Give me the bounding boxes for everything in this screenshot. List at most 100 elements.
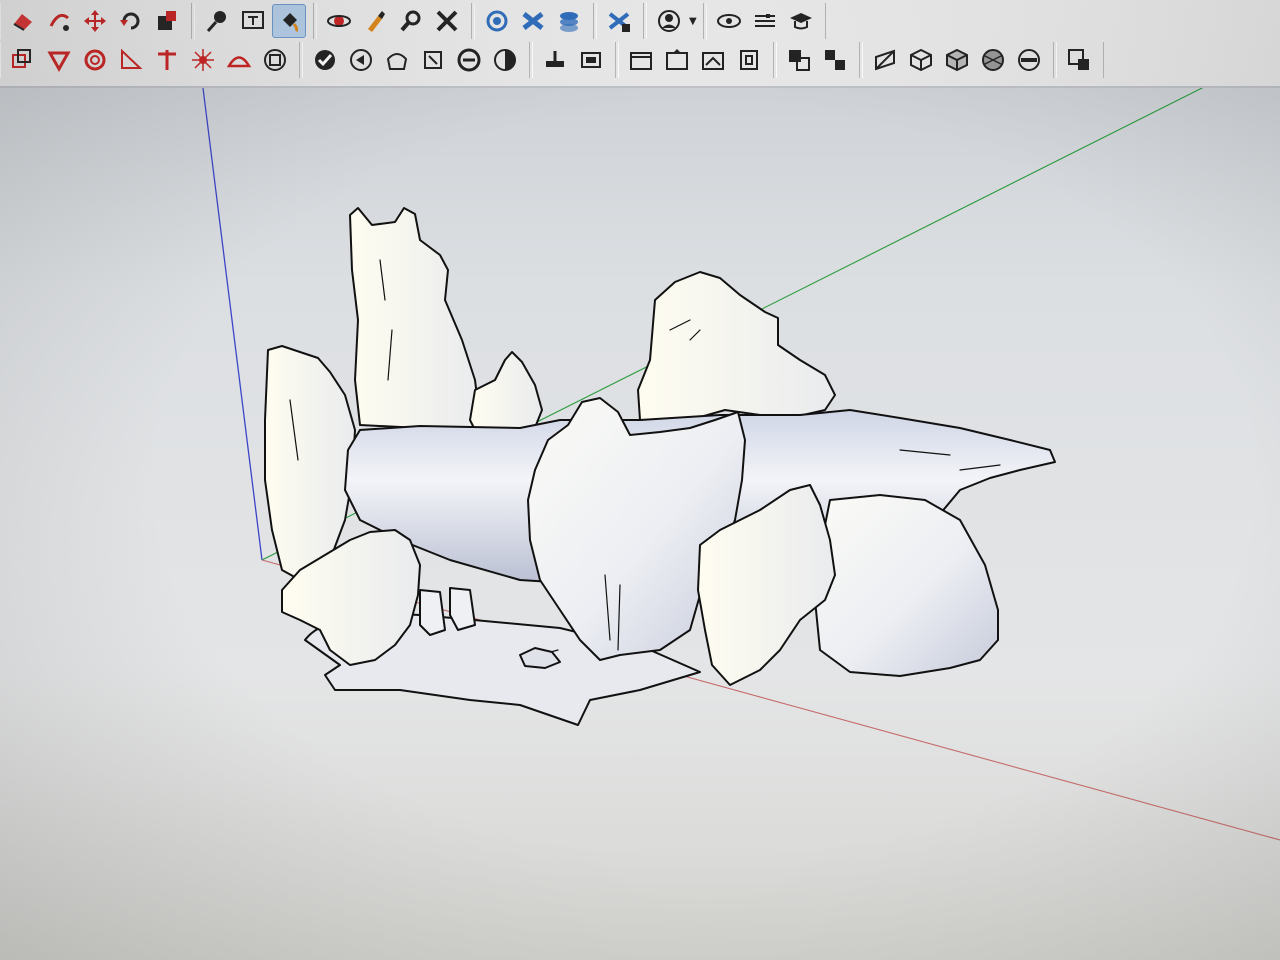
section-fill-tool-button[interactable]: [574, 43, 608, 77]
eraser-icon: [13, 14, 32, 31]
component-options-icon: [1068, 49, 1089, 70]
wireframe-icon: [910, 48, 932, 72]
axes-icon: [158, 50, 176, 70]
scale-icon: [158, 11, 176, 30]
tall-rock: [349, 207, 481, 431]
zoom-extents-tool-button[interactable]: [430, 4, 464, 38]
follow-me-icon: [49, 13, 69, 31]
wireframe-tool-button[interactable]: [904, 43, 938, 77]
right-view-tool-button[interactable]: [732, 43, 766, 77]
sketchup-window: ▼: [0, 0, 1280, 960]
hidden-line-icon: [825, 50, 845, 70]
warehouse-icon: [486, 10, 508, 32]
top-view-tool-button[interactable]: [660, 43, 694, 77]
look-around-icon: [424, 51, 442, 69]
toolbar-group: [0, 42, 300, 78]
section-plane-tool-button[interactable]: [452, 43, 486, 77]
orbit-icon: [327, 15, 351, 27]
toolbar-group: [862, 42, 1054, 78]
text-tool-button[interactable]: [236, 4, 270, 38]
move-tool-button[interactable]: [78, 4, 112, 38]
rock-model[interactable]: [264, 207, 1056, 726]
push-pull-tool-button[interactable]: [42, 43, 76, 77]
sun-icon: [192, 49, 214, 71]
section-fill-icon: [581, 52, 601, 68]
move-icon: [84, 10, 106, 32]
front-view-tool-button[interactable]: [696, 43, 730, 77]
tape-measure-tool-button[interactable]: [200, 4, 234, 38]
zoom-extents-icon: [436, 10, 458, 32]
toolbar-group: [532, 42, 616, 78]
paint-brush-tool-button[interactable]: [358, 4, 392, 38]
shadow-icon: [494, 49, 516, 71]
right-front-rock: [814, 494, 999, 677]
toolbar-group: [474, 3, 594, 39]
cube-tool-button[interactable]: [258, 43, 292, 77]
textured-icon: [982, 49, 1004, 71]
walk-tool-button[interactable]: [380, 43, 414, 77]
xray-tool-button[interactable]: [868, 43, 902, 77]
extension-tool-button[interactable]: [516, 4, 550, 38]
cube-icon: [264, 49, 286, 71]
scale-tool-button[interactable]: [150, 4, 184, 38]
warehouse-tool-button[interactable]: [480, 4, 514, 38]
toolbar-group: [618, 42, 774, 78]
check-icon: [315, 50, 335, 70]
toolbar-group: [705, 3, 826, 39]
toolbar-area: ▼: [0, 0, 1280, 88]
section-display-tool-button[interactable]: [538, 43, 572, 77]
model-info-icon: [608, 12, 630, 32]
paint-bucket-icon: [283, 13, 299, 33]
component-options-tool-button[interactable]: [1062, 43, 1096, 77]
eraser-tool-button[interactable]: [6, 4, 40, 38]
shaded-tool-button[interactable]: [940, 43, 974, 77]
iso-view-tool-button[interactable]: [624, 43, 658, 77]
chevron-down-icon[interactable]: ▼: [689, 16, 697, 27]
styles-tool-button[interactable]: [748, 4, 782, 38]
user-account-tool-button[interactable]: [652, 4, 686, 38]
circle-tool-icon: [84, 49, 106, 71]
toolbar-group: [194, 3, 314, 39]
back-edges-tool-button[interactable]: [782, 43, 816, 77]
view-tool-button[interactable]: [712, 4, 746, 38]
position-camera-tool-button[interactable]: [344, 43, 378, 77]
text-icon: [242, 11, 264, 29]
components-tool-button[interactable]: [552, 4, 586, 38]
hidden-line-tool-button[interactable]: [818, 43, 852, 77]
toolbar-group: [1056, 42, 1104, 78]
iso-view-icon: [630, 52, 652, 70]
shadow-tool-button[interactable]: [488, 43, 522, 77]
sun-tool-button[interactable]: [186, 43, 220, 77]
model-info-tool-button[interactable]: [602, 4, 636, 38]
circle-tool-tool-button[interactable]: [78, 43, 112, 77]
look-around-tool-button[interactable]: [416, 43, 450, 77]
check-tool-button[interactable]: [308, 43, 342, 77]
paint-bucket-tool-button[interactable]: [272, 4, 306, 38]
view-icon: [716, 14, 741, 28]
front-view-icon: [702, 52, 724, 70]
axes-tool-button[interactable]: [150, 43, 184, 77]
toolbar-group: [596, 3, 644, 39]
textured-tool-button[interactable]: [976, 43, 1010, 77]
styles-icon: [754, 14, 775, 27]
protractor-tool-button[interactable]: [114, 43, 148, 77]
rotate-tool-button[interactable]: [114, 4, 148, 38]
monochrome-tool-button[interactable]: [1012, 43, 1046, 77]
orbit-tool-button[interactable]: [322, 4, 356, 38]
modeling-viewport[interactable]: [0, 88, 1280, 960]
tape-measure-icon: [206, 11, 226, 32]
follow-me-tool-button[interactable]: [42, 4, 76, 38]
graduate-tool-button[interactable]: [784, 4, 818, 38]
graduate-icon: [789, 13, 812, 30]
top-view-icon: [666, 49, 688, 70]
offset-tool-button[interactable]: [6, 43, 40, 77]
toolbar-row-secondary: [0, 41, 1104, 79]
arc-tool-button[interactable]: [222, 43, 256, 77]
scene-canvas[interactable]: [0, 88, 1280, 960]
right-boulder: [637, 271, 836, 426]
zoom-tool-button[interactable]: [394, 4, 428, 38]
rotate-icon: [120, 12, 140, 30]
toolbar-group: [776, 42, 860, 78]
paint-brush-icon: [368, 11, 385, 32]
right-view-icon: [740, 50, 758, 70]
